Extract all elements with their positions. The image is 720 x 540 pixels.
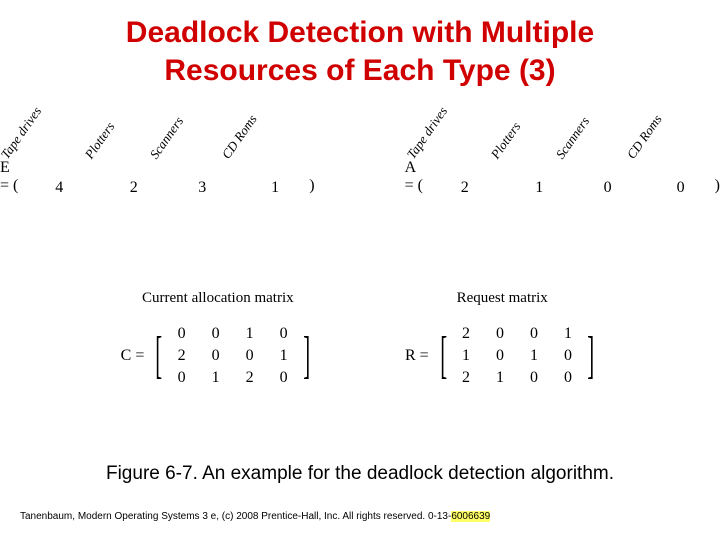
m-cell: 0 (524, 369, 544, 387)
m-cell: 1 (524, 347, 544, 365)
footer-isbn-tail: 6006639 (451, 511, 490, 522)
vec-col: Tape drives 4 (26, 135, 92, 197)
m-cell: 0 (558, 369, 578, 387)
m-cell: 2 (456, 325, 476, 343)
matrix-R-grid: 2 0 0 1 1 0 1 0 2 1 0 0 (452, 325, 582, 387)
matrix-C-grid: 0 0 1 0 2 0 0 1 0 1 2 0 (168, 325, 298, 387)
vector-A: A = ( Tape drives 2 Plotters 1 Scanners … (405, 135, 720, 197)
vec-value: 3 (198, 175, 206, 197)
m-cell: 0 (206, 347, 226, 365)
vec-col: CD Roms 1 (247, 135, 303, 197)
m-cell: 1 (206, 369, 226, 387)
matrix-R-label: R = (405, 347, 435, 365)
bracket-open-icon: [ (156, 333, 163, 380)
matrix-C-label: C = (121, 347, 151, 365)
vec-value: 1 (271, 175, 279, 197)
vec-value: 1 (535, 175, 543, 197)
matrix-C-block: Current allocation matrix C = [ 0 0 1 0 … (121, 290, 315, 387)
vectors-area: E = ( Tape drives 4 Plotters 2 Scanners … (0, 135, 720, 197)
m-cell: 2 (456, 369, 476, 387)
m-cell: 0 (206, 325, 226, 343)
m-cell: 0 (490, 347, 510, 365)
title-line-1: Deadlock Detection with Multiple (126, 16, 594, 49)
m-cell: 1 (490, 369, 510, 387)
matrix-C: C = [ 0 0 1 0 2 0 0 1 0 1 2 0 ] (121, 325, 315, 387)
m-cell: 0 (524, 325, 544, 343)
m-cell: 0 (490, 325, 510, 343)
matrix-C-title: Current allocation matrix (142, 290, 294, 307)
vec-col: Scanners 0 (581, 135, 635, 197)
m-cell: 1 (558, 325, 578, 343)
vec-col: Plotters 1 (516, 135, 563, 197)
vec-value: 4 (55, 175, 63, 197)
vec-value: 2 (461, 175, 469, 197)
m-cell: 1 (240, 325, 260, 343)
vector-A-close: ) (709, 177, 720, 197)
m-cell: 0 (240, 347, 260, 365)
m-cell: 1 (456, 347, 476, 365)
copyright-footer: Tanenbaum, Modern Operating Systems 3 e,… (20, 511, 490, 522)
m-cell: 1 (274, 347, 294, 365)
vec-col: Plotters 2 (110, 135, 157, 197)
slide-title: Deadlock Detection with Multiple Resourc… (0, 0, 720, 89)
m-cell: 0 (274, 369, 294, 387)
matrix-R: R = [ 2 0 0 1 1 0 1 0 2 1 0 0 ] (405, 325, 599, 387)
title-line-2: Resources of Each Type (3) (164, 54, 555, 87)
footer-text: Tanenbaum, Modern Operating Systems 3 e,… (20, 511, 451, 522)
bracket-open-icon: [ (440, 333, 447, 380)
matrices-area: Current allocation matrix C = [ 0 0 1 0 … (0, 290, 720, 387)
vec-value: 2 (130, 175, 138, 197)
vector-A-cols: Tape drives 2 Plotters 1 Scanners 0 CD R… (432, 135, 709, 197)
matrix-R-title: Request matrix (457, 290, 548, 307)
vec-value: 0 (604, 175, 612, 197)
vector-E-close: ) (303, 177, 314, 197)
vec-value: 0 (677, 175, 685, 197)
vec-col: Scanners 3 (175, 135, 229, 197)
m-cell: 0 (558, 347, 578, 365)
vector-E-cols: Tape drives 4 Plotters 2 Scanners 3 CD R… (26, 135, 303, 197)
bracket-close-icon: ] (303, 333, 310, 380)
m-cell: 0 (172, 369, 192, 387)
bracket-close-icon: ] (587, 333, 594, 380)
vec-col: CD Roms 0 (652, 135, 708, 197)
slide: Deadlock Detection with Multiple Resourc… (0, 0, 720, 540)
m-cell: 2 (240, 369, 260, 387)
m-cell: 2 (172, 347, 192, 365)
matrix-R-block: Request matrix R = [ 2 0 0 1 1 0 1 0 2 1… (405, 290, 599, 387)
vec-col: Tape drives 2 (432, 135, 498, 197)
vector-E: E = ( Tape drives 4 Plotters 2 Scanners … (0, 135, 315, 197)
figure-caption: Figure 6-7. An example for the deadlock … (0, 463, 720, 485)
m-cell: 0 (274, 325, 294, 343)
m-cell: 0 (172, 325, 192, 343)
